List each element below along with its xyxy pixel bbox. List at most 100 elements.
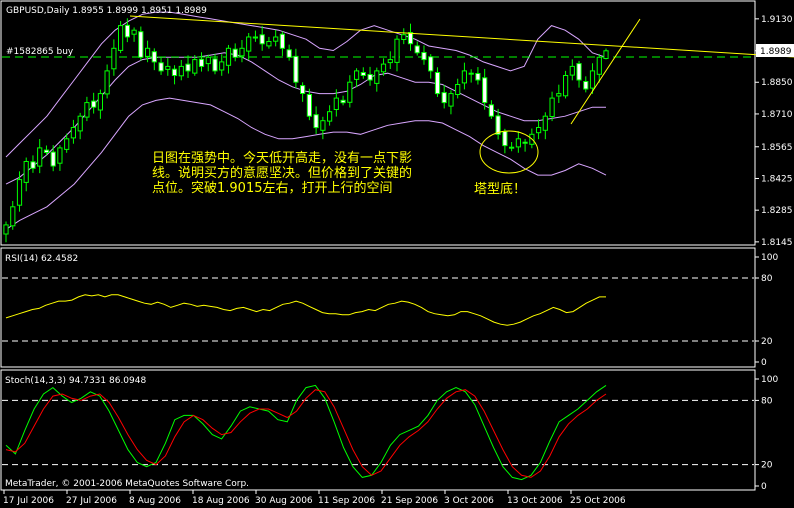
annotation-line-2: 线。说明买方的意愿坚决。但价格到了关键的 bbox=[152, 165, 412, 181]
candle-body bbox=[219, 61, 225, 71]
price-tick-label: 1.9130 bbox=[761, 15, 793, 25]
price-tick-label: 1.8425 bbox=[761, 174, 793, 184]
candle-body bbox=[266, 41, 272, 47]
current-price-tag: 1.8989 bbox=[756, 44, 794, 57]
date-tick-label: 30 Aug 2006 bbox=[255, 496, 313, 506]
date-tick-label: 25 Oct 2006 bbox=[570, 496, 626, 506]
date-tick-label: 21 Sep 2006 bbox=[381, 496, 438, 506]
candle-body bbox=[488, 104, 494, 117]
candle-body bbox=[394, 38, 400, 63]
annotation-line-3: 点位。突破1.9015左右，打开上行的空间 bbox=[152, 180, 393, 196]
candle-body bbox=[300, 85, 306, 94]
price-tick-label: 1.8145 bbox=[761, 238, 793, 248]
candle-body bbox=[434, 72, 441, 95]
date-tick-label: 11 Sep 2006 bbox=[318, 496, 375, 506]
axis-tick-label: 20 bbox=[761, 461, 773, 471]
candle-body bbox=[542, 115, 548, 131]
candle-body bbox=[327, 111, 333, 122]
current-price-value: 1.8989 bbox=[760, 47, 792, 57]
price-pane-header: GBPUSD,Daily 1.8955 1.8999 1.8951 1.8989 bbox=[6, 6, 207, 16]
candle-body bbox=[589, 70, 596, 89]
candle-body bbox=[421, 52, 427, 61]
price-tick-label: 1.8710 bbox=[761, 110, 793, 120]
candle-body bbox=[536, 127, 542, 134]
candle-body bbox=[468, 72, 474, 75]
date-tick-label: 17 Jul 2006 bbox=[3, 496, 54, 506]
stoch-pane-header: Stoch(14,3,3) 94.7331 86.0948 bbox=[5, 376, 146, 386]
candle-body bbox=[414, 45, 420, 54]
price-tick-label: 1.8285 bbox=[761, 206, 793, 216]
candle-body bbox=[475, 73, 481, 81]
candle bbox=[138, 26, 144, 61]
candle-body bbox=[118, 25, 124, 51]
date-tick-label: 8 Aug 2006 bbox=[129, 496, 181, 506]
candle-body bbox=[84, 102, 90, 118]
candle-body bbox=[455, 84, 461, 95]
candle-body bbox=[273, 36, 279, 42]
axis-tick-label: 20 bbox=[761, 337, 773, 347]
candle-body bbox=[111, 47, 117, 70]
candle-body bbox=[387, 59, 393, 64]
candle-body bbox=[252, 36, 259, 39]
candle-body bbox=[246, 36, 252, 52]
candle-body bbox=[30, 161, 36, 169]
date-tick-label: 3 Oct 2006 bbox=[444, 496, 494, 506]
metatrader-chart: GBPUSD,Daily 1.8955 1.8999 1.8951 1.8989… bbox=[0, 0, 794, 508]
candle-body bbox=[205, 56, 211, 65]
candle-body bbox=[131, 29, 137, 35]
candle-body bbox=[124, 24, 131, 38]
candle-body bbox=[50, 151, 56, 167]
candle-body bbox=[306, 94, 312, 117]
candle-body bbox=[57, 147, 63, 164]
candle-body bbox=[225, 47, 232, 66]
candle-body bbox=[360, 72, 366, 76]
axis-tick-label: 80 bbox=[761, 396, 773, 406]
axis-tick-label: 100 bbox=[761, 253, 778, 263]
candle-body bbox=[367, 74, 373, 81]
copyright-text: MetaTrader, © 2001-2006 MetaQuotes Softw… bbox=[5, 479, 249, 489]
candle-body bbox=[165, 65, 171, 70]
candle-body bbox=[441, 92, 447, 104]
candle-body bbox=[509, 146, 515, 149]
candle-body bbox=[97, 93, 104, 111]
candle-body bbox=[10, 206, 16, 227]
candle-body bbox=[192, 59, 198, 74]
candle-body bbox=[198, 58, 205, 67]
candle-body bbox=[347, 81, 353, 103]
candle-body bbox=[603, 50, 609, 59]
axis-tick-label: 100 bbox=[761, 375, 778, 385]
candle-body bbox=[448, 93, 454, 107]
candle-body bbox=[482, 77, 488, 104]
candle-body bbox=[569, 65, 575, 76]
candle-body bbox=[333, 97, 339, 110]
pattern-label: 塔型底！ bbox=[474, 181, 526, 197]
candle-body bbox=[320, 120, 326, 131]
candle-body bbox=[37, 147, 43, 167]
candle-body bbox=[374, 70, 380, 84]
candle-body bbox=[279, 33, 285, 49]
candle-body bbox=[563, 75, 569, 97]
axis-tick-label: 0 bbox=[761, 482, 767, 492]
date-tick-label: 18 Aug 2006 bbox=[192, 496, 250, 506]
candle-body bbox=[286, 49, 292, 58]
candle-body bbox=[138, 31, 144, 58]
candle-body bbox=[178, 65, 184, 77]
price-tick-label: 1.8565 bbox=[761, 143, 793, 153]
candle-body bbox=[428, 56, 434, 72]
candle-body bbox=[104, 70, 110, 95]
candle-body bbox=[185, 63, 191, 72]
axis-tick-label: 80 bbox=[761, 274, 773, 284]
candle-body bbox=[354, 70, 360, 80]
date-tick-label: 27 Jul 2006 bbox=[66, 496, 117, 506]
candle-body bbox=[515, 138, 521, 148]
price-tick-label: 1.8850 bbox=[761, 78, 793, 88]
candle-body bbox=[43, 149, 50, 154]
candle-body bbox=[23, 161, 29, 183]
candle-body bbox=[407, 32, 414, 45]
candle-body bbox=[171, 68, 178, 76]
candle-body bbox=[401, 34, 407, 41]
candle bbox=[118, 21, 124, 54]
candle bbox=[563, 70, 569, 99]
candle-body bbox=[151, 51, 157, 63]
candle-body bbox=[380, 63, 387, 73]
